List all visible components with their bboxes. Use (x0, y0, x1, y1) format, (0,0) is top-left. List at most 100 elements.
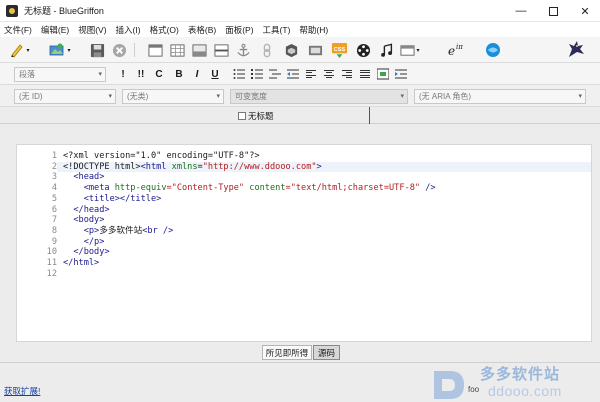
width-value: 可变宽度 (235, 92, 267, 101)
paragraph-style-value: 段落 (19, 70, 35, 79)
line-number: 11 (46, 258, 57, 268)
maximize-button[interactable] (538, 0, 568, 22)
audio-button[interactable] (378, 41, 396, 59)
indent-button[interactable] (394, 67, 408, 81)
aria-role-select[interactable]: (无 ARIA 角色) ▾ (414, 89, 586, 104)
indent-icon (395, 69, 407, 79)
menu-format[interactable]: 格式(O) (150, 24, 179, 36)
link-icon (263, 43, 271, 57)
line-number: 8 (51, 225, 57, 236)
get-extensions-link[interactable]: 获取扩展! (4, 385, 40, 397)
code-tag: </head> (63, 204, 110, 215)
menu-insert[interactable]: 插入(I) (116, 24, 141, 36)
element-class-select[interactable]: (无类) ▾ (122, 89, 224, 104)
editor-container: 1 2 3 4 5 6 7 8 9 10 11 12 <?xml version… (0, 124, 600, 344)
line-number: 10 (46, 247, 57, 258)
horizontal-rule-icon (213, 43, 229, 57)
code-line: <meta http-equiv="Content-Type" content=… (63, 183, 436, 194)
code-tag: <br /> (142, 225, 174, 236)
menu-file[interactable]: 文件(F) (4, 24, 32, 36)
code-button[interactable]: C (152, 67, 166, 81)
stop-button[interactable] (110, 41, 128, 59)
width-select[interactable]: 可变宽度 ▾ (230, 89, 408, 104)
paragraph-style-select[interactable]: 段落 ▾ (14, 67, 106, 82)
web-preview-button[interactable] (484, 41, 502, 59)
image-button[interactable] (282, 41, 300, 59)
block-format-button[interactable] (376, 67, 390, 81)
open-dropdown[interactable]: ▾ (65, 41, 73, 59)
menu-panels[interactable]: 面板(P) (225, 24, 253, 36)
css-button[interactable]: CSS (330, 41, 348, 59)
unordered-list-button[interactable] (232, 67, 246, 81)
justify-button[interactable] (358, 67, 372, 81)
code-attribute: content (244, 183, 286, 194)
globe-icon (486, 43, 500, 57)
code-tag: <html (140, 161, 172, 172)
double-important-button[interactable]: !! (134, 67, 148, 81)
element-id-select[interactable]: (无 ID) ▾ (14, 89, 116, 104)
important-button[interactable]: ! (116, 67, 130, 81)
hr-button[interactable] (212, 41, 230, 59)
link-button[interactable] (258, 41, 276, 59)
ordered-list-button[interactable] (250, 67, 264, 81)
code-tag: /> (420, 183, 436, 194)
menu-tools[interactable]: 工具(T) (263, 24, 291, 36)
code-tag: </body> (63, 247, 110, 258)
svg-text:iπ: iπ (456, 43, 463, 51)
align-center-button[interactable] (322, 67, 336, 81)
anchor-button[interactable] (234, 41, 252, 59)
align-right-button[interactable] (340, 67, 354, 81)
wysiwyg-view-button[interactable]: 所见即所得 (262, 345, 312, 360)
css-icon: CSS (331, 42, 347, 58)
svg-text:e: e (448, 44, 455, 58)
new-document-icon (11, 44, 23, 58)
new-document-dropdown[interactable]: ▾ (24, 41, 32, 59)
watermark-site-name: 多多软件站 (480, 366, 561, 383)
wysiwyg-view-label: 所见即所得 (265, 347, 309, 358)
tab-untitled[interactable]: 无标题 (236, 107, 370, 124)
element-class-value: (无类) (127, 92, 149, 101)
math-button[interactable]: e iπ (446, 41, 470, 59)
window-title: 无标题 - BlueGriffon (24, 6, 104, 16)
close-button[interactable]: ✕ (570, 0, 600, 22)
align-left-button[interactable] (304, 67, 318, 81)
source-view-button[interactable]: 源码 (313, 345, 340, 360)
justify-icon (360, 68, 370, 80)
image-icon (285, 43, 297, 57)
code-line: <body> (63, 215, 104, 226)
table-button[interactable] (168, 41, 186, 59)
code-tag: </html> (63, 258, 100, 268)
italic-button[interactable]: I (190, 67, 204, 81)
code-line: </body> (63, 247, 110, 258)
menu-view[interactable]: 视图(V) (78, 24, 106, 36)
close-icon: ✕ (580, 5, 590, 18)
outdent-button[interactable] (286, 67, 300, 81)
html5-dropdown[interactable]: ▾ (414, 41, 422, 59)
source-code-editor[interactable]: 1 2 3 4 5 6 7 8 9 10 11 12 <?xml version… (16, 144, 592, 342)
title-bar: 无标题 - BlueGriffon — ✕ (0, 0, 600, 22)
form-button[interactable] (190, 41, 208, 59)
bold-button[interactable]: B (172, 67, 186, 81)
video-button[interactable] (354, 41, 372, 59)
tab-label: 无标题 (248, 110, 274, 121)
media-button[interactable] (306, 41, 324, 59)
code-tag: <title></title> (63, 193, 162, 204)
minimize-button[interactable]: — (506, 0, 536, 22)
menu-table[interactable]: 表格(B) (188, 24, 216, 36)
code-line: </head> (63, 204, 110, 216)
menu-edit[interactable]: 编辑(E) (41, 24, 69, 36)
griffon-logo-icon (569, 41, 584, 57)
chevron-down-icon: ▾ (67, 47, 71, 54)
code-line-active: <!DOCTYPE html><html xmlns="http://www.d… (57, 161, 591, 173)
block-icon (377, 68, 389, 80)
line-number: 2 (51, 161, 57, 172)
open-image-button[interactable] (48, 41, 66, 59)
status-bar: 获取扩展! 多多软件站 ddooo.com foo (0, 362, 600, 402)
underline-button[interactable]: U (208, 67, 222, 81)
line-number: 7 (51, 215, 57, 226)
layout-button[interactable] (146, 41, 164, 59)
save-button[interactable] (88, 41, 106, 59)
code-attribute: http-equiv (114, 183, 167, 194)
definition-list-button[interactable] (268, 67, 282, 81)
menu-help[interactable]: 帮助(H) (299, 24, 328, 36)
